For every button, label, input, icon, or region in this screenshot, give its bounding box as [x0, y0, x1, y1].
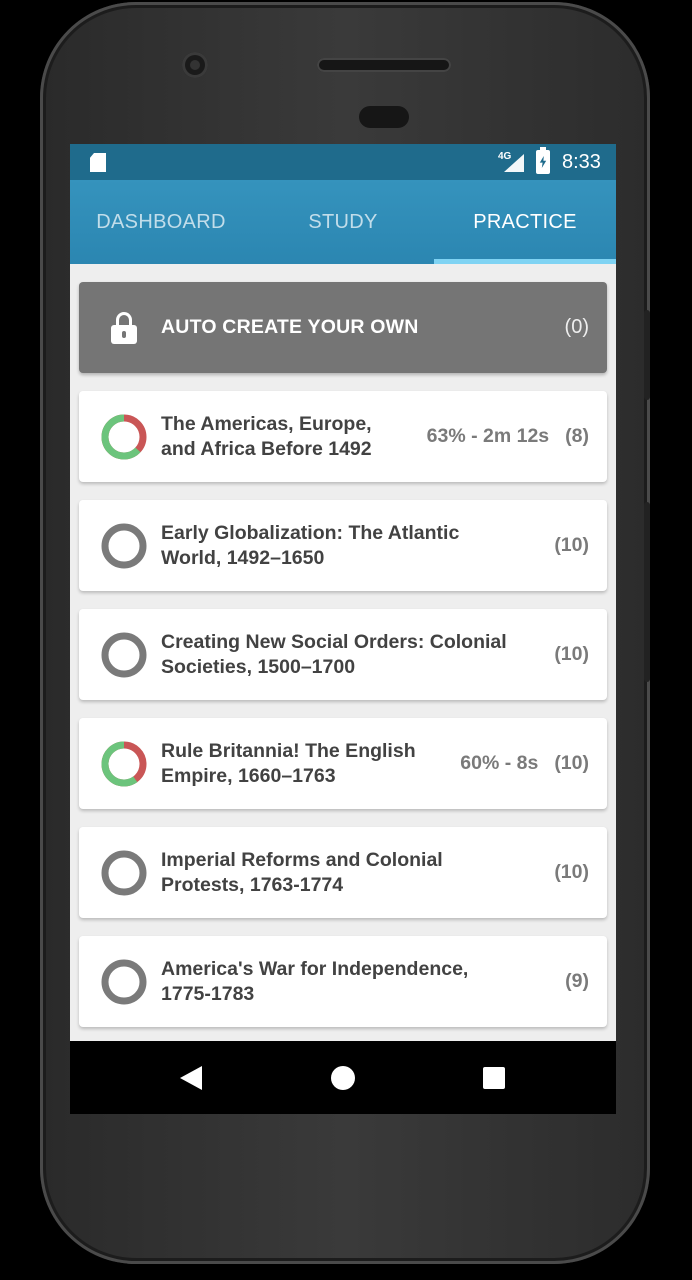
topic-title-line: Rule Britannia! The English — [161, 739, 416, 762]
topic-title-line: World, 1492–1650 — [161, 546, 325, 569]
progress-ring-icon — [101, 414, 147, 459]
proximity-sensor — [359, 106, 409, 128]
topic-title: Imperial Reforms and Colonial Protests, 1… — [161, 848, 554, 898]
topic-title-line: and Africa Before 1492 — [161, 437, 372, 460]
topic-stats: 60% - 8s — [460, 752, 539, 774]
topic-title-line: Protests, 1763-1774 — [161, 873, 344, 896]
topic-card[interactable]: The Americas, Europe, and Africa Before 1… — [79, 391, 607, 482]
topic-title: America's War for Independence, 1775-1783 — [161, 957, 565, 1007]
navigation-bar — [70, 1041, 616, 1114]
topic-title-line: The Americas, Europe, — [161, 412, 372, 435]
sd-card-icon — [90, 153, 106, 172]
topic-title-line: Empire, 1660–1763 — [161, 764, 336, 787]
app-screen: 4G 8:33 DASHBOARD STUDY PRACTICE AUTO CR… — [70, 144, 616, 1114]
progress-ring-icon — [101, 632, 147, 677]
topic-card[interactable]: Rule Britannia! The English Empire, 1660–… — [79, 718, 607, 809]
topic-card[interactable]: America's War for Independence, 1775-1783… — [79, 936, 607, 1027]
auto-create-label: AUTO CREATE YOUR OWN — [161, 316, 419, 338]
topic-question-count: (10) — [554, 643, 589, 665]
tab-bar: DASHBOARD STUDY PRACTICE — [70, 180, 616, 264]
progress-ring-icon — [101, 959, 147, 1004]
topic-title: Early Globalization: The Atlantic World, … — [161, 521, 554, 571]
topic-question-count: (9) — [565, 970, 589, 992]
recents-icon[interactable] — [483, 1067, 505, 1089]
auto-create-count: (0) — [564, 316, 589, 338]
front-camera — [182, 52, 208, 78]
topic-stats: 63% - 2m 12s — [426, 425, 550, 447]
topic-title-line: Imperial Reforms and Colonial — [161, 848, 443, 871]
status-time: 8:33 — [562, 151, 601, 173]
topic-title: Rule Britannia! The English Empire, 1660–… — [161, 739, 460, 789]
topic-title-line: Societies, 1500–1700 — [161, 655, 356, 678]
topic-question-count: (8) — [565, 425, 589, 447]
topic-card[interactable]: Creating New Social Orders: Colonial Soci… — [79, 609, 607, 700]
earpiece-speaker — [317, 58, 451, 72]
battery-charging-icon — [536, 147, 550, 174]
topic-card[interactable]: Early Globalization: The Atlantic World, … — [79, 500, 607, 591]
tab-dashboard[interactable]: DASHBOARD — [70, 180, 252, 264]
tab-practice[interactable]: PRACTICE — [434, 180, 616, 264]
lock-icon — [111, 311, 137, 344]
network-type: 4G — [498, 151, 512, 162]
topic-card[interactable]: Imperial Reforms and Colonial Protests, 1… — [79, 827, 607, 918]
progress-ring-icon — [101, 523, 147, 568]
topic-title-line: America's War for Independence, — [161, 957, 469, 980]
volume-button — [644, 310, 650, 400]
auto-create-card[interactable]: AUTO CREATE YOUR OWN (0) — [79, 282, 607, 373]
progress-ring-icon — [101, 850, 147, 895]
tab-study[interactable]: STUDY — [252, 180, 434, 264]
topic-title-line: Early Globalization: The Atlantic — [161, 521, 460, 544]
topic-question-count: (10) — [554, 861, 589, 883]
progress-ring-icon — [101, 741, 147, 786]
back-icon[interactable] — [180, 1066, 202, 1090]
topic-title-line: Creating New Social Orders: Colonial — [161, 630, 507, 653]
practice-list: AUTO CREATE YOUR OWN (0) The Americas, E… — [70, 264, 616, 1027]
topic-title-line: 1775-1783 — [161, 982, 255, 1005]
topic-question-count: (10) — [554, 534, 589, 556]
status-bar: 4G 8:33 — [70, 144, 616, 180]
topic-question-count: (10) — [554, 752, 589, 774]
power-button — [644, 502, 650, 682]
topic-title: Creating New Social Orders: Colonial Soci… — [161, 630, 554, 680]
topic-title: The Americas, Europe, and Africa Before 1… — [161, 412, 427, 462]
home-icon[interactable] — [331, 1066, 355, 1090]
